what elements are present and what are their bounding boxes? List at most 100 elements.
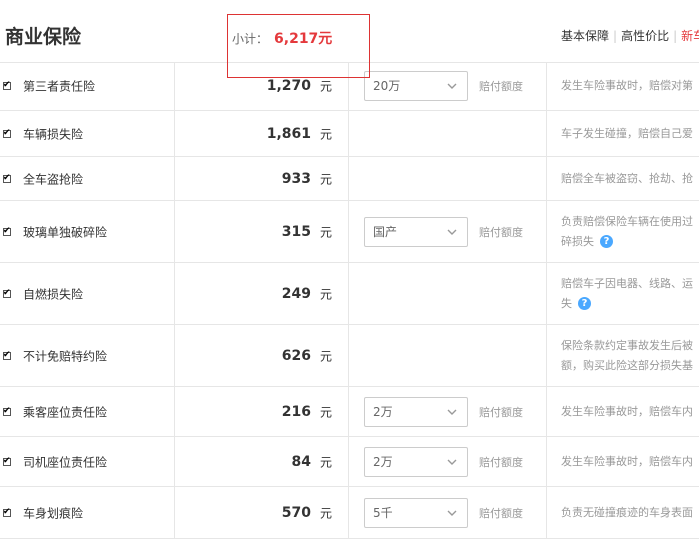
column-divider <box>174 201 175 262</box>
insurance-description: 负责赔偿保险车辆在使用过 碎损失? <box>561 212 699 252</box>
tab-divider: | <box>613 29 618 43</box>
amount-select[interactable]: 2万 <box>364 446 468 477</box>
insurance-price: 249 <box>281 285 311 302</box>
price-unit: 元 <box>320 405 333 419</box>
tab-basic[interactable]: 基本保障 <box>561 29 609 43</box>
insurance-description: 赔偿全车被盗窃、抢劫、抢 <box>561 169 699 189</box>
row-checkbox[interactable] <box>3 404 11 418</box>
column-divider <box>546 387 547 436</box>
row-checkbox[interactable] <box>3 78 11 92</box>
row-checkbox[interactable] <box>3 126 11 140</box>
description-line: 保险条款约定事故发生后被 <box>561 338 693 352</box>
select-value: 20万 <box>373 79 401 93</box>
coverage-label: 赔付额度 <box>479 405 523 419</box>
row-checkbox[interactable] <box>3 171 11 185</box>
insurance-row: 司机座位责任险 84 元 2万 赔付额度 发生车险事故时，赔偿车内 <box>0 437 699 487</box>
column-divider <box>348 111 349 156</box>
insurance-name: 车辆损失险 <box>23 127 84 141</box>
insurance-description: 车子发生碰撞，赔偿自己爱 <box>561 124 699 144</box>
row-checkbox[interactable] <box>3 505 11 519</box>
insurance-name: 车身划痕险 <box>23 506 84 520</box>
column-divider <box>546 157 547 200</box>
price-unit: 元 <box>320 349 333 363</box>
description-line: 赔偿车子因电器、线路、运 <box>561 276 693 290</box>
insurance-list: 第三者责任险 1,270 元 20万 赔付额度 发生车险事故时，赔偿对第 车辆损… <box>0 62 699 539</box>
insurance-price: 1,861 <box>266 125 311 142</box>
chevron-down-icon <box>447 229 457 235</box>
column-divider <box>348 387 349 436</box>
price-unit: 元 <box>320 287 333 301</box>
price-unit: 元 <box>320 225 333 239</box>
insurance-price: 626 <box>281 347 311 364</box>
insurance-name: 第三者责任险 <box>23 79 96 94</box>
coverage-label: 赔付额度 <box>479 455 523 469</box>
price-unit: 元 <box>320 172 333 186</box>
price-unit: 元 <box>320 127 333 141</box>
column-divider <box>348 201 349 262</box>
column-divider <box>546 201 547 262</box>
tab-divider: | <box>673 29 678 43</box>
insurance-row: 自燃损失险 249 元 赔偿车子因电器、线路、运 失? <box>0 263 699 325</box>
row-checkbox[interactable] <box>3 454 11 468</box>
insurance-row: 乘客座位责任险 216 元 2万 赔付额度 发生车险事故时，赔偿车内 <box>0 387 699 437</box>
insurance-description: 负责无碰撞痕迹的车身表面 <box>561 503 699 523</box>
insurance-name: 乘客座位责任险 <box>23 405 108 419</box>
select-value: 国产 <box>373 224 398 239</box>
insurance-price: 315 <box>281 223 311 240</box>
insurance-description: 发生车险事故时，赔偿车内 <box>561 402 699 422</box>
column-divider <box>348 325 349 386</box>
column-divider <box>546 62 547 110</box>
column-divider <box>174 387 175 436</box>
insurance-row: 不计免赔特约险 626 元 保险条款约定事故发生后被 额，购买此险这部分损失基 <box>0 325 699 387</box>
column-divider <box>174 487 175 538</box>
subtotal-label: 小计： <box>232 32 269 46</box>
price-unit: 元 <box>320 455 333 469</box>
column-divider <box>546 263 547 324</box>
insurance-description: 发生车险事故时，赔偿对第 <box>561 76 699 96</box>
row-checkbox[interactable] <box>3 348 11 362</box>
column-divider <box>546 111 547 156</box>
chevron-down-icon <box>447 459 457 465</box>
insurance-name: 自燃损失险 <box>23 287 84 301</box>
subtotal-value: 6,217元 <box>274 31 333 47</box>
insurance-price: 933 <box>281 170 311 187</box>
amount-select[interactable]: 5千 <box>364 497 468 528</box>
row-checkbox[interactable] <box>3 286 11 300</box>
help-icon[interactable]: ? <box>578 297 591 310</box>
coverage-label: 赔付额度 <box>479 506 523 520</box>
help-icon[interactable]: ? <box>600 235 613 248</box>
column-divider <box>348 263 349 324</box>
column-divider <box>174 62 175 110</box>
column-divider <box>174 325 175 386</box>
description-line: 发生车险事故时，赔偿车内 <box>561 404 693 418</box>
column-divider <box>348 157 349 200</box>
amount-select[interactable]: 2万 <box>364 396 468 427</box>
column-divider <box>174 111 175 156</box>
insurance-name: 全车盗抢险 <box>23 172 84 186</box>
insurance-description: 赔偿车子因电器、线路、运 失? <box>561 274 699 314</box>
chevron-down-icon <box>447 83 457 89</box>
column-divider <box>174 437 175 486</box>
column-divider <box>174 157 175 200</box>
price-unit: 元 <box>320 506 333 520</box>
row-checkbox[interactable] <box>3 224 11 238</box>
tab-new-car[interactable]: 新车 <box>681 29 699 43</box>
insurance-name: 不计免赔特约险 <box>23 349 108 363</box>
description-line: 负责无碰撞痕迹的车身表面 <box>561 505 693 519</box>
select-value: 2万 <box>373 404 393 419</box>
description-line: 发生车险事故时，赔偿车内 <box>561 454 693 468</box>
description-line: 赔偿全车被盗窃、抢劫、抢 <box>561 171 693 185</box>
amount-select[interactable]: 20万 <box>364 71 468 101</box>
column-divider <box>546 487 547 538</box>
tab-value[interactable]: 高性价比 <box>621 29 669 43</box>
glass-type-select[interactable]: 国产 <box>364 216 468 247</box>
insurance-row: 车身划痕险 570 元 5千 赔付额度 负责无碰撞痕迹的车身表面 <box>0 487 699 539</box>
description-line: 发生车险事故时，赔偿对第 <box>561 79 693 92</box>
column-divider <box>174 263 175 324</box>
coverage-label: 赔付额度 <box>479 225 523 239</box>
description-line: 碎损失 <box>561 234 594 248</box>
subtotal: 小计： 6,217元 <box>232 28 332 49</box>
insurance-name: 司机座位责任险 <box>23 455 108 469</box>
price-unit: 元 <box>320 79 333 94</box>
coverage-label: 赔付额度 <box>479 80 523 93</box>
